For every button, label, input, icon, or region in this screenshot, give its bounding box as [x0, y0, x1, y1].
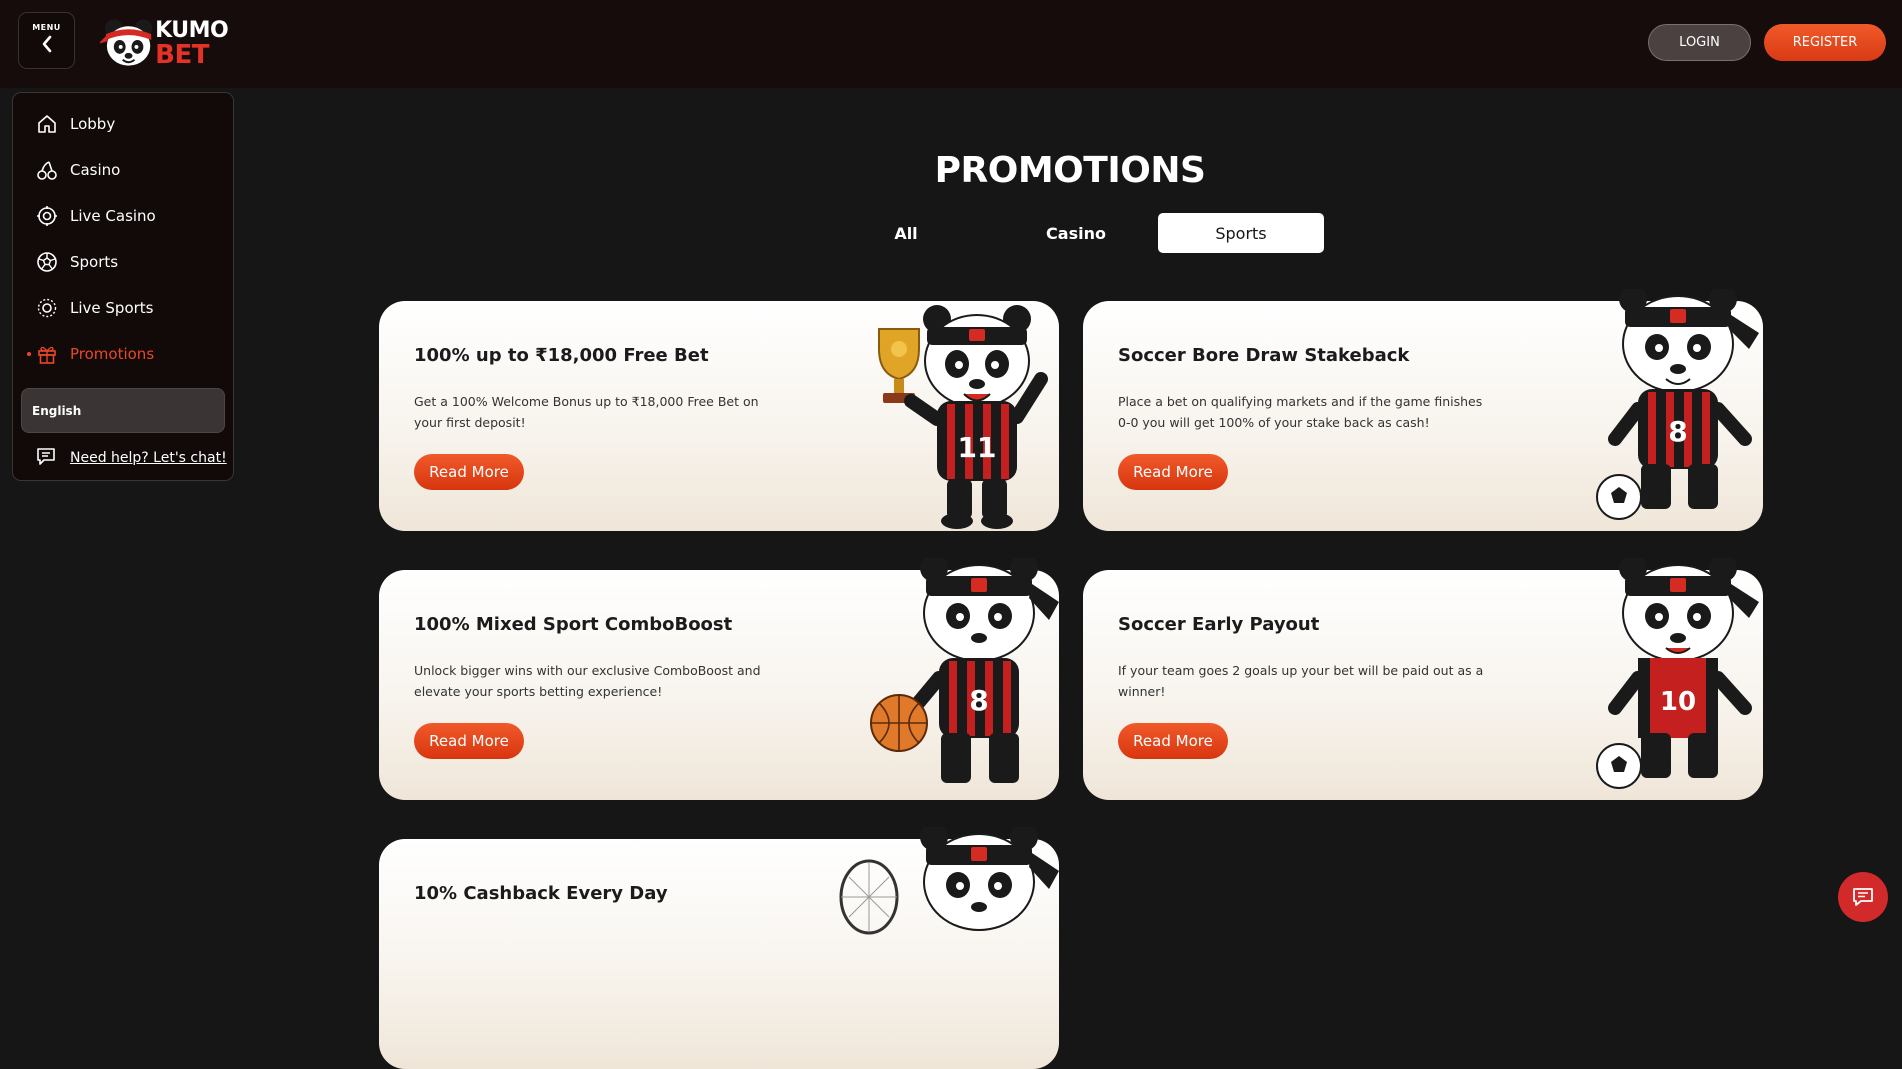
login-button[interactable]: LOGIN: [1648, 24, 1751, 61]
panda-trophy-mascot-image: 11: [878, 305, 1048, 529]
sidebar: Lobby Casino Live Casino Sports Live Spo…: [12, 92, 234, 481]
promo-description: Get a 100% Welcome Bonus up to ₹18,000 F…: [414, 394, 759, 430]
sidebar-item-label: Casino: [70, 161, 121, 179]
active-indicator: [27, 352, 31, 356]
promo-card: Soccer Early Payout If your team goes 2 …: [1083, 558, 1763, 800]
language-selector[interactable]: English: [21, 388, 225, 433]
live-casino-icon: [35, 204, 59, 228]
help-chat-link[interactable]: Need help? Let's chat!: [13, 438, 235, 478]
tab-all[interactable]: All: [823, 213, 989, 253]
read-more-button[interactable]: Read More: [414, 454, 524, 490]
promo-title: 100% up to ₹18,000 Free Bet: [414, 345, 709, 366]
page-title: PROMOTIONS: [934, 150, 1206, 191]
panda-soccer-mascot-image: 10: [1596, 558, 1759, 789]
logo-text-bet: BET: [155, 40, 209, 70]
sidebar-item-live-sports[interactable]: Live Sports: [13, 285, 235, 331]
top-bar: MENU KUMO BET LOGIN REGISTER: [0, 0, 1902, 88]
promotion-tabs: All Casino Sports: [823, 213, 1324, 253]
panda-soccer-mascot-image: 8: [1596, 289, 1759, 520]
promo-card: 10% Cashback Every Day: [379, 827, 1059, 1069]
live-sports-icon: [35, 296, 59, 320]
sidebar-item-casino[interactable]: Casino: [13, 147, 235, 193]
chat-bubble-icon: [1853, 888, 1873, 906]
sidebar-item-sports[interactable]: Sports: [13, 239, 235, 285]
logo-wordmark: KUMO BET: [153, 14, 230, 70]
panda-tennis-mascot-image: [839, 827, 1059, 935]
promo-description: Unlock bigger wins with our exclusive Co…: [414, 663, 761, 699]
panda-basketball-mascot-image: 8: [870, 558, 1059, 783]
sidebar-item-promotions[interactable]: Promotions: [13, 331, 235, 377]
promo-card: Soccer Bore Draw Stakeback Place a bet o…: [1083, 289, 1763, 531]
cherries-icon: [35, 158, 59, 182]
read-more-button[interactable]: Read More: [414, 723, 524, 759]
sidebar-item-label: Sports: [70, 253, 119, 271]
tab-casino[interactable]: Casino: [993, 213, 1159, 253]
soccer-ball-icon: [35, 250, 59, 274]
help-chat-label: Need help? Let's chat!: [70, 450, 227, 466]
sidebar-item-lobby[interactable]: Lobby: [13, 101, 235, 147]
promo-title: 100% Mixed Sport ComboBoost: [414, 614, 733, 635]
sidebar-item-label: Lobby: [70, 115, 116, 133]
gift-icon: [35, 342, 59, 366]
read-more-button[interactable]: Read More: [1118, 723, 1228, 759]
menu-label: MENU: [32, 23, 61, 32]
kumobet-logo[interactable]: KUMO BET: [100, 14, 230, 70]
jersey-number: 8: [1668, 415, 1687, 448]
promo-title: Soccer Early Payout: [1118, 614, 1320, 635]
sidebar-item-live-casino[interactable]: Live Casino: [13, 193, 235, 239]
promo-card: 100% Mixed Sport ComboBoost Unlock bigge…: [379, 558, 1059, 800]
read-more-button[interactable]: Read More: [1118, 454, 1228, 490]
panda-logo-icon: [100, 19, 153, 66]
promo-title: 10% Cashback Every Day: [414, 883, 668, 904]
home-icon: [35, 112, 59, 136]
promo-card: 100% up to ₹18,000 Free Bet Get a 100% W…: [379, 301, 1059, 531]
chevron-left-icon: [42, 35, 51, 53]
promo-title: Soccer Bore Draw Stakeback: [1118, 345, 1410, 366]
chat-icon: [35, 445, 57, 471]
promo-description: Place a bet on qualifying markets and if…: [1118, 394, 1483, 430]
tab-sports[interactable]: Sports: [1158, 213, 1324, 253]
menu-toggle-button[interactable]: MENU: [18, 12, 75, 69]
promo-description: If your team goes 2 goals up your bet wi…: [1118, 663, 1484, 699]
live-chat-button[interactable]: [1838, 872, 1888, 922]
jersey-number: 8: [969, 684, 988, 717]
register-button[interactable]: REGISTER: [1764, 24, 1886, 61]
sidebar-item-label: Live Sports: [70, 299, 154, 317]
jersey-number: 10: [1660, 687, 1696, 717]
sidebar-item-label: Live Casino: [70, 207, 156, 225]
jersey-number: 11: [958, 431, 997, 464]
sidebar-item-label: Promotions: [70, 345, 155, 363]
